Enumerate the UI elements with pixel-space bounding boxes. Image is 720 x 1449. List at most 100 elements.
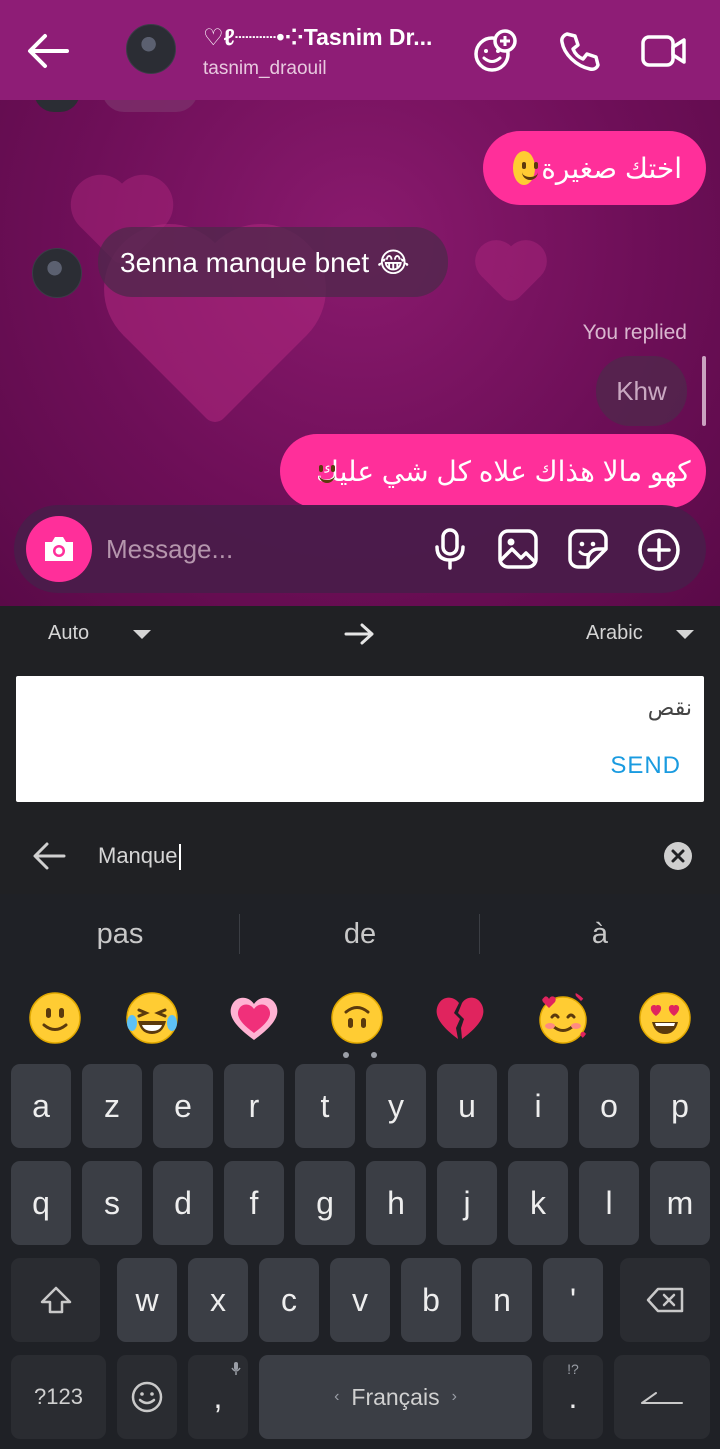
- microphone-hint-icon: [231, 1362, 241, 1375]
- laughing-tears-face-icon[interactable]: [124, 990, 180, 1046]
- enter-key[interactable]: [614, 1355, 710, 1439]
- heart-eyes-face-icon[interactable]: [637, 990, 693, 1046]
- arrow-right-icon[interactable]: [344, 620, 376, 648]
- camera-icon: [45, 537, 73, 561]
- quoted-message-bubble[interactable]: Khw: [596, 356, 687, 426]
- key-g[interactable]: g: [295, 1161, 355, 1245]
- key-z[interactable]: z: [82, 1064, 142, 1148]
- contact-name[interactable]: ♡ℓ┈┈┈•⁘Tasnim Dr...: [203, 24, 432, 51]
- enter-icon: [641, 1392, 683, 1404]
- sticker-button[interactable]: [566, 527, 610, 571]
- send-translation-button[interactable]: SEND: [610, 752, 681, 780]
- phone-icon: [560, 32, 600, 71]
- smiling-face-with-hearts-icon[interactable]: [535, 990, 591, 1046]
- period-label: .: [568, 1378, 578, 1415]
- key-e[interactable]: e: [153, 1064, 213, 1148]
- effects-button[interactable]: [470, 26, 520, 76]
- sticker-icon: [568, 529, 608, 569]
- avatar[interactable]: [126, 24, 176, 74]
- key-y[interactable]: y: [366, 1064, 426, 1148]
- key-s[interactable]: s: [82, 1161, 142, 1245]
- symbols-key[interactable]: ?123: [11, 1355, 106, 1439]
- pink-heart-icon[interactable]: [226, 990, 282, 1046]
- message-text: 3enna manque bnet 😂: [120, 246, 410, 278]
- key-q[interactable]: q: [11, 1161, 71, 1245]
- avatar[interactable]: [32, 248, 82, 298]
- video-call-button[interactable]: [638, 26, 690, 76]
- comma-label: ,: [213, 1378, 223, 1415]
- translate-input[interactable]: Manque: [98, 843, 181, 870]
- call-button[interactable]: [554, 26, 604, 76]
- voice-message-button[interactable]: [428, 527, 472, 571]
- smiley-icon: [131, 1381, 163, 1413]
- reply-indicator-bar: [702, 356, 706, 426]
- key-o[interactable]: o: [579, 1064, 639, 1148]
- key-u[interactable]: u: [437, 1064, 497, 1148]
- suggestion-item[interactable]: à: [480, 918, 720, 956]
- backspace-key[interactable]: [620, 1258, 710, 1342]
- camera-button[interactable]: [26, 516, 92, 582]
- key-d[interactable]: d: [153, 1161, 213, 1245]
- slightly-smiling-face-icon[interactable]: [27, 990, 83, 1046]
- chevron-right-icon: ›: [451, 1388, 457, 1405]
- key-k[interactable]: k: [508, 1161, 568, 1245]
- key-i[interactable]: i: [508, 1064, 568, 1148]
- more-options-button[interactable]: [636, 527, 682, 573]
- suggestion-item[interactable]: pas: [0, 918, 240, 956]
- sent-message-bubble[interactable]: اختك صغيرة: [483, 131, 706, 205]
- gallery-button[interactable]: [496, 527, 540, 571]
- key-r[interactable]: r: [224, 1064, 284, 1148]
- replied-label: You replied: [582, 321, 687, 344]
- broken-heart-icon[interactable]: [432, 990, 488, 1046]
- key-v[interactable]: v: [330, 1258, 390, 1342]
- key-x[interactable]: x: [188, 1258, 248, 1342]
- target-language-select[interactable]: Arabic: [586, 622, 643, 645]
- suggestion-item[interactable]: de: [240, 918, 480, 956]
- key-m[interactable]: m: [650, 1161, 710, 1245]
- key-p[interactable]: p: [650, 1064, 710, 1148]
- caret-down-icon[interactable]: [133, 630, 151, 639]
- key-apostrophe[interactable]: ': [543, 1258, 603, 1342]
- key-t[interactable]: t: [295, 1064, 355, 1148]
- emoji-key[interactable]: [117, 1355, 177, 1439]
- key-l[interactable]: l: [579, 1161, 639, 1245]
- arrow-left-icon: [28, 34, 69, 68]
- backspace-icon: [646, 1287, 684, 1313]
- image-icon: [498, 529, 538, 569]
- upside-down-face-icon[interactable]: [329, 990, 385, 1046]
- comma-key[interactable]: ,: [188, 1355, 248, 1439]
- message-input[interactable]: [106, 528, 406, 570]
- clear-input-button[interactable]: [660, 838, 696, 874]
- period-key[interactable]: !? .: [543, 1355, 603, 1439]
- shift-key[interactable]: [11, 1258, 100, 1342]
- chevron-left-icon: ‹: [334, 1388, 340, 1405]
- space-label: Français: [351, 1383, 440, 1410]
- space-key[interactable]: ‹ Français ›: [259, 1355, 532, 1439]
- quoted-text: Khw: [616, 375, 667, 406]
- key-w[interactable]: w: [117, 1258, 177, 1342]
- contact-username[interactable]: tasnim_draouil: [203, 58, 327, 80]
- shift-arrow-icon: [40, 1286, 71, 1314]
- key-j[interactable]: j: [437, 1161, 497, 1245]
- emoji-page-indicator: [343, 1052, 349, 1058]
- key-n[interactable]: n: [472, 1258, 532, 1342]
- sent-message-bubble[interactable]: كهو مالا هذاك علاه كل شي عليك: [280, 434, 706, 508]
- key-f[interactable]: f: [224, 1161, 284, 1245]
- slightly-smiling-face-icon: [513, 151, 539, 185]
- back-button[interactable]: [22, 28, 72, 74]
- key-h[interactable]: h: [366, 1161, 426, 1245]
- key-a[interactable]: a: [11, 1064, 71, 1148]
- plus-circle-icon: [638, 529, 680, 571]
- message-text: كهو مالا هذاك علاه كل شي عليك: [316, 455, 691, 487]
- chat-area: اختك صغيرة 3enna manque bnet 😂 You repli…: [0, 0, 720, 606]
- heart-decoration: [481, 246, 541, 306]
- received-message-bubble[interactable]: 3enna manque bnet 😂: [98, 227, 448, 297]
- arrow-left-icon: [33, 842, 66, 870]
- key-c[interactable]: c: [259, 1258, 319, 1342]
- key-b[interactable]: b: [401, 1258, 461, 1342]
- translation-output: نقص: [647, 695, 692, 720]
- source-language-select[interactable]: Auto: [48, 622, 89, 645]
- caret-down-icon[interactable]: [676, 630, 694, 639]
- clear-icon: [664, 842, 692, 870]
- close-translate-button[interactable]: [30, 838, 68, 874]
